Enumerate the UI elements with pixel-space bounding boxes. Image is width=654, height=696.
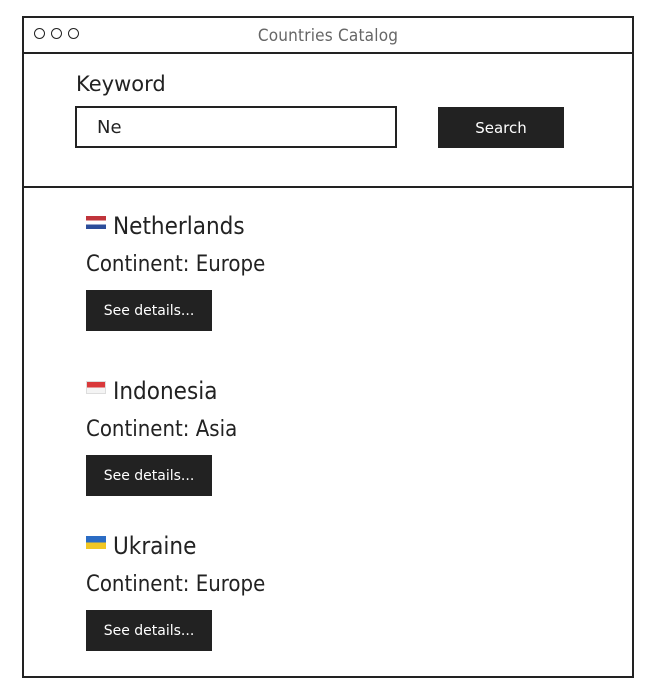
- keyword-input[interactable]: [75, 106, 397, 148]
- country-header: Netherlands: [86, 210, 486, 242]
- search-button[interactable]: Search: [438, 107, 564, 148]
- country-continent: Continent: Asia: [86, 417, 238, 442]
- search-panel: Keyword Search: [24, 54, 632, 188]
- results-list: Netherlands Continent: Europe See detail…: [24, 188, 632, 676]
- country-header: Ukraine: [86, 530, 486, 562]
- country-continent: Continent: Europe: [86, 252, 266, 277]
- list-item: Ukraine Continent: Europe See details...: [86, 530, 486, 651]
- country-name: Ukraine: [113, 532, 197, 560]
- country-name: Indonesia: [113, 377, 218, 405]
- see-details-button[interactable]: See details...: [86, 290, 212, 331]
- see-details-button[interactable]: See details...: [86, 610, 212, 651]
- list-item: Indonesia Continent: Asia See details...: [86, 375, 486, 496]
- keyword-label: Keyword: [76, 72, 166, 96]
- country-header: Indonesia: [86, 375, 486, 407]
- list-item: Netherlands Continent: Europe See detail…: [86, 210, 486, 331]
- country-name: Netherlands: [113, 212, 245, 240]
- country-continent: Continent: Europe: [86, 572, 266, 597]
- window-title: Countries Catalog: [257, 26, 399, 46]
- ukraine-flag-icon: [86, 535, 106, 549]
- app-window: Countries Catalog Keyword Search Netherl…: [22, 16, 634, 678]
- indonesia-flag-icon: [86, 380, 106, 394]
- see-details-button[interactable]: See details...: [86, 455, 212, 496]
- title-bar: Countries Catalog: [24, 18, 632, 54]
- netherlands-flag-icon: [86, 215, 106, 229]
